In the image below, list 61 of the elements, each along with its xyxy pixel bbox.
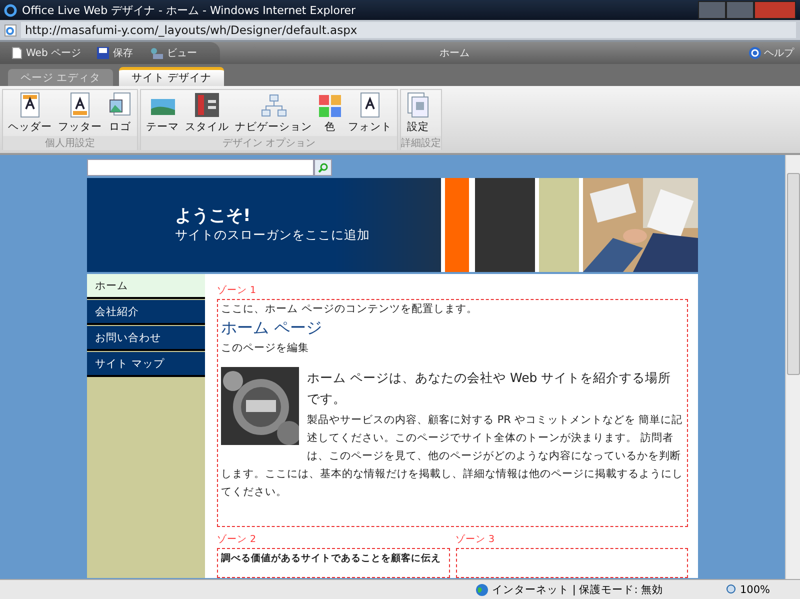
page-icon: [12, 47, 22, 59]
page-heading: ホーム ページ: [221, 318, 324, 339]
tab[interactable]: サイト デザイナ: [119, 67, 224, 86]
group-label: 詳細設定: [401, 136, 441, 150]
page-icon: [4, 24, 17, 36]
document-icon: [18, 92, 42, 118]
scroll-thumb[interactable]: [787, 173, 800, 375]
settings-icon: [406, 92, 430, 118]
scrollbar[interactable]: [785, 155, 800, 579]
ribbon-button[interactable]: ヘッダー: [5, 92, 55, 134]
page-title: ホーム: [438, 47, 470, 60]
window-title: Office Live Web デザイナ - ホーム - Windows Internet Explorer: [22, 2, 356, 18]
help-link[interactable]: ヘルプ: [749, 46, 794, 60]
color-grid-icon: [318, 94, 342, 118]
group-label: デザイン オプション: [141, 136, 397, 150]
zoom-control[interactable]: 100%: [726, 584, 770, 596]
ribbon-button[interactable]: テーマ: [143, 92, 182, 134]
nav-item[interactable]: お問い合わせ: [87, 325, 205, 351]
lead-text: ホーム ページは、あなたの会社や Web サイトを紹介する場所です。: [307, 369, 672, 408]
nav-item[interactable]: 会社紹介: [87, 299, 205, 325]
ribbon-button[interactable]: ナビゲーション: [232, 92, 315, 134]
ribbon-button[interactable]: フッター: [55, 92, 105, 134]
search-button[interactable]: [314, 159, 332, 176]
browser-logo-icon: [4, 4, 17, 16]
edit-page-link[interactable]: このページを編集: [221, 341, 684, 355]
landscape-icon: [150, 96, 176, 118]
body-text: 製品やサービスの内容、顧客に対する PR やコミットメントなどを 簡単に記述してください。このページでサイト全体のトーンが決まります。 訪問者は、このページを見て、他のページがどのような内容になっているかを判断します。ここには、基本的な情報だけを掲載し、詳細な情報は他のページに掲載するようにしてください。: [221, 413, 684, 500]
address-field[interactable]: http://masafumi-y.com/_layouts/wh/Designer/default.aspx: [21, 22, 796, 38]
zone-label: ゾーン 3: [456, 533, 496, 546]
image-document-icon: [108, 92, 132, 118]
ribbon-button[interactable]: ロゴ: [105, 92, 135, 134]
help-icon: [749, 47, 761, 59]
minimize-button[interactable]: [698, 1, 726, 19]
zone-label: ゾーン 1: [217, 284, 258, 297]
menu-item[interactable]: Web ページ: [12, 46, 81, 60]
ribbon-button[interactable]: 設定: [403, 92, 433, 134]
globe-icon: [476, 584, 488, 596]
restore-button[interactable]: [726, 1, 754, 19]
menu-item[interactable]: ビュー: [148, 46, 197, 60]
save-icon: [96, 47, 109, 59]
document-icon: [358, 92, 382, 118]
close-button[interactable]: [754, 1, 796, 19]
document-icon: [68, 92, 92, 118]
zone-label: ゾーン 2: [217, 533, 258, 546]
menu-item[interactable]: 保存: [96, 46, 133, 60]
group-label: 個人用設定: [3, 136, 137, 150]
site-slogan: サイトのスローガンをここに追加: [175, 227, 371, 244]
style-panel-icon: [194, 92, 220, 118]
site-title: ようこそ!: [175, 205, 252, 227]
ribbon-button[interactable]: スタイル: [182, 92, 232, 134]
zone-text: 調べる価値があるサイトであることを顧客に伝え: [221, 552, 442, 565]
security-zone: インターネット | 保護モード: 無効: [492, 582, 664, 596]
ribbon-button[interactable]: フォント: [345, 92, 395, 134]
nav-item[interactable]: サイト マップ: [87, 351, 205, 377]
search-field[interactable]: [87, 159, 314, 176]
zoom-icon: [726, 584, 737, 595]
nav-item[interactable]: ホーム: [87, 274, 205, 299]
sitemap-icon: [260, 94, 286, 118]
intro-text: ここに、ホーム ページのコンテンツを配置します。: [221, 302, 478, 316]
search-icon: [318, 162, 328, 172]
ribbon-button[interactable]: 色: [315, 92, 345, 134]
